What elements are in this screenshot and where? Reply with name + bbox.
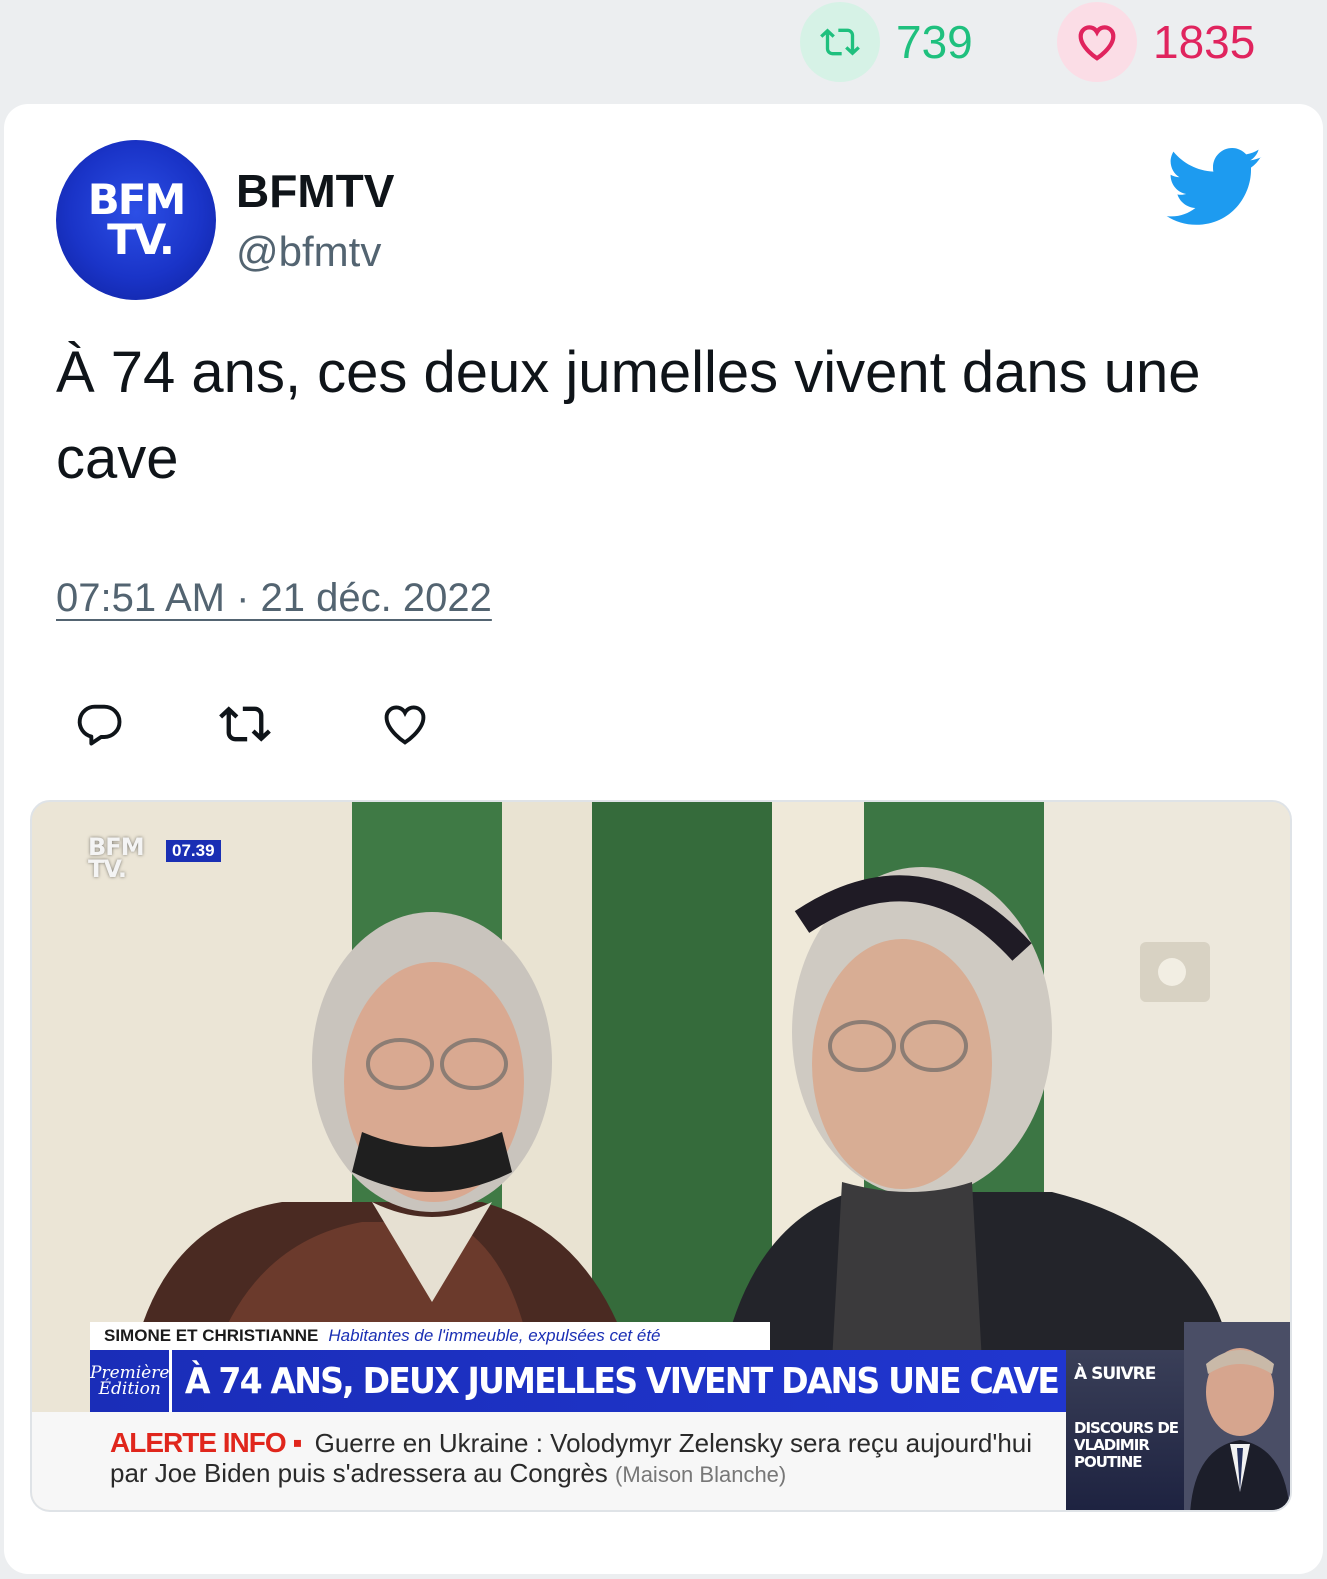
like-count: 1835: [1057, 2, 1255, 82]
reply-button[interactable]: [72, 696, 128, 752]
tv-lower-third: SIMONE ET CHRISTIANNE Habitantes de l'im…: [32, 1322, 1290, 1510]
retweet-stat-icon: [800, 2, 880, 82]
reply-icon: [77, 704, 122, 746]
like-button[interactable]: [377, 696, 433, 752]
up-next-box: À SUIVRE DISCOURS DE VLADIMIR POUTINE: [1066, 1322, 1290, 1510]
tweet-timestamp[interactable]: 07:51 AM · 21 déc. 2022: [56, 576, 492, 621]
alert-label: ALERTE INFO ▪: [110, 1427, 302, 1458]
retweet-icon: [219, 706, 271, 742]
speaker-portrait: [1184, 1322, 1290, 1510]
tweet-media-image[interactable]: BFM TV. 07.39 SIMONE ET CHRISTIANNE Habi…: [30, 800, 1292, 1512]
tweet-actions: [72, 696, 472, 752]
retweet-button[interactable]: [217, 696, 273, 752]
tweet-card: BFM TV. BFMTV @bfmtv À 74 ans, ces deux …: [4, 104, 1323, 1574]
up-next-label: À SUIVRE: [1074, 1364, 1156, 1384]
heart-icon: [384, 705, 426, 745]
like-count-value: 1835: [1153, 16, 1256, 68]
alert-source: (Maison Blanche): [615, 1462, 787, 1487]
up-next-title: DISCOURS DE VLADIMIR POUTINE: [1074, 1419, 1179, 1471]
retweet-count: 739: [800, 2, 973, 82]
twitter-bird-icon[interactable]: [1166, 148, 1264, 233]
interviewee-description: Habitantes de l'immeuble, expulsées cet …: [328, 1326, 661, 1345]
edition-logo: Première Édition: [90, 1350, 173, 1412]
names-bar: SIMONE ET CHRISTIANNE Habitantes de l'im…: [90, 1322, 770, 1350]
engagement-stats: 739 1835: [0, 0, 1327, 100]
like-stat-icon: [1057, 2, 1137, 82]
interviewee-names: SIMONE ET CHRISTIANNE: [104, 1326, 319, 1345]
edition-line2: Édition: [98, 1379, 161, 1399]
tv-channel-logo: BFM TV.: [88, 835, 145, 883]
avatar[interactable]: BFM TV.: [56, 140, 216, 300]
news-ticker: ALERTE INFO ▪ Guerre en Ukraine : Volody…: [32, 1412, 1066, 1510]
tv-clock: 07.39: [166, 840, 221, 862]
tweet-text: À 74 ans, ces deux jumelles vivent dans …: [56, 340, 1201, 491]
headline-bar: Première Édition À 74 ANS, DEUX JUMELLES…: [90, 1350, 1066, 1412]
tv-logo-line2: TV.: [88, 855, 127, 883]
author-name[interactable]: BFMTV: [236, 164, 394, 218]
retweet-count-value: 739: [896, 16, 973, 68]
tv-headline: À 74 ANS, DEUX JUMELLES VIVENT DANS UNE …: [185, 1360, 1060, 1402]
author-handle[interactable]: @bfmtv: [236, 228, 381, 276]
avatar-logo-line2: TV.: [107, 215, 175, 264]
